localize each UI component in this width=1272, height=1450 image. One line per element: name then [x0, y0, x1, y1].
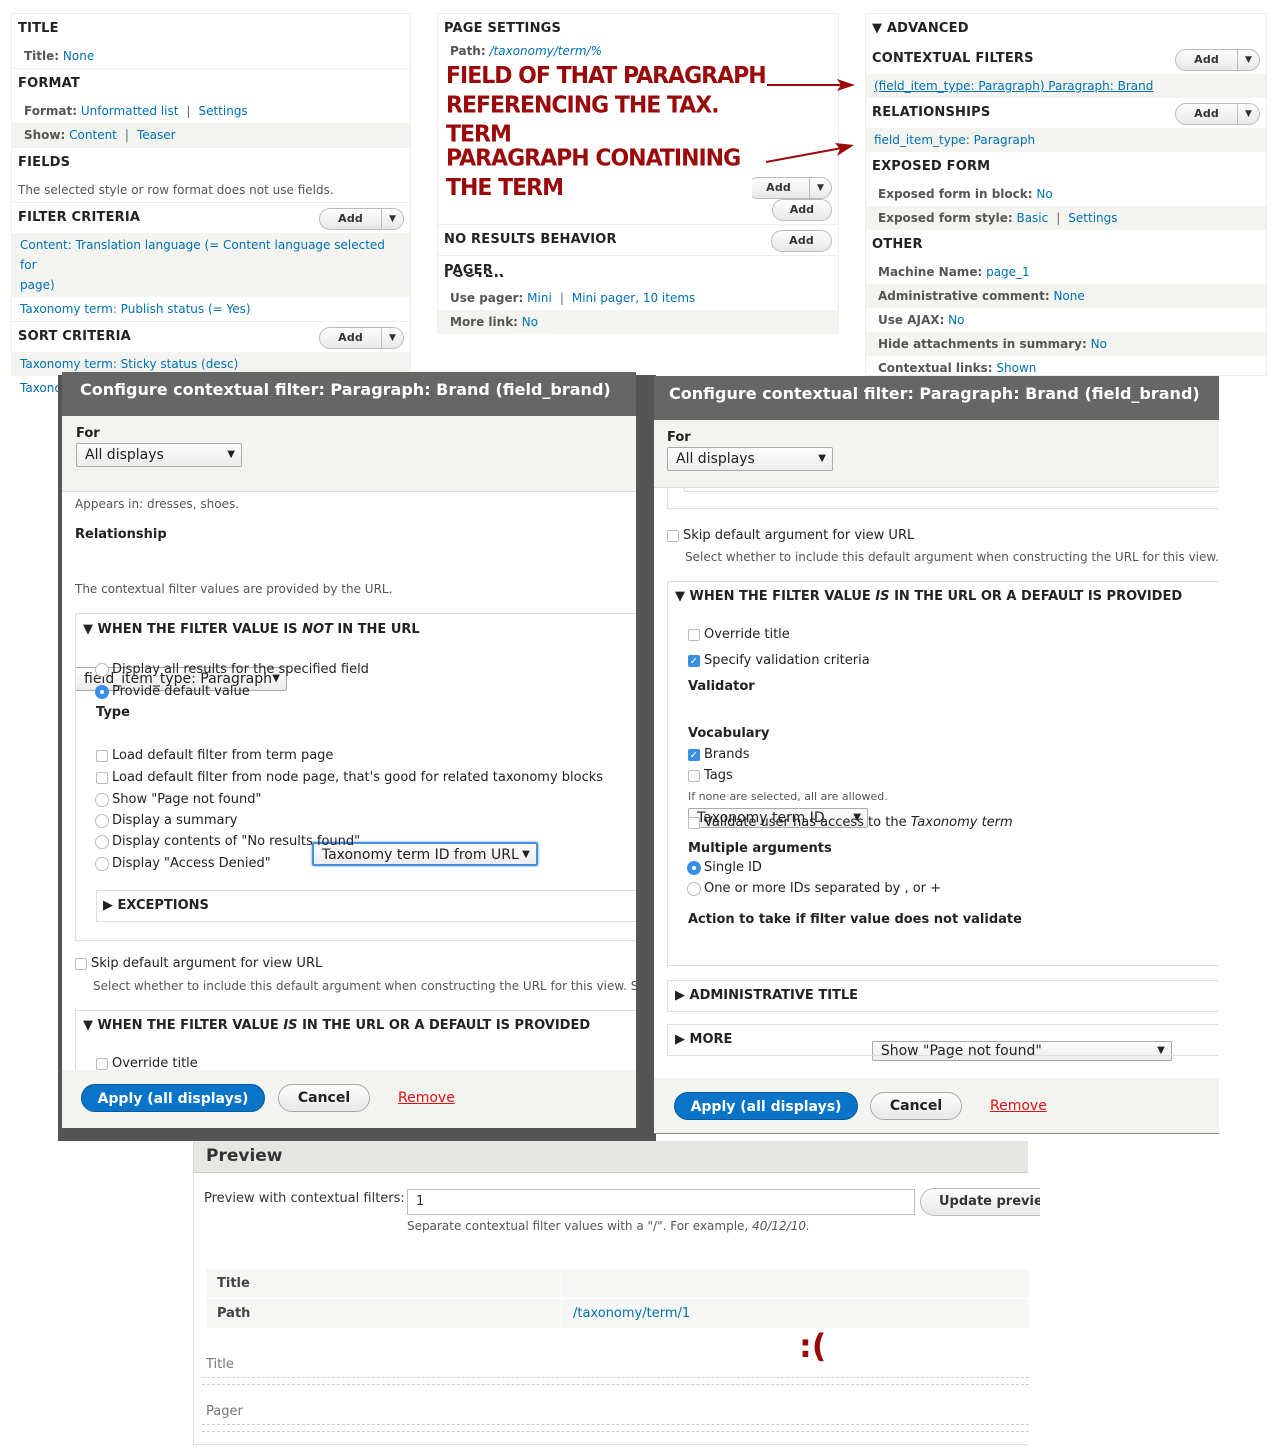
admin-comment-link[interactable]: None [1053, 289, 1084, 303]
title-area-placeholder [202, 1377, 1029, 1385]
exposed-style-link[interactable]: Basic [1016, 211, 1048, 225]
pager-detail-link[interactable]: Mini pager, 10 items [572, 291, 695, 305]
advanced-toggle[interactable]: ▼ ADVANCED [866, 14, 1266, 44]
path-link[interactable]: /taxonomy/term/% [489, 44, 601, 58]
no-results-add-button[interactable]: Add [771, 230, 832, 252]
radio-display-all[interactable]: Display all results for the specified fi… [95, 660, 369, 680]
relationship-paragraph-link[interactable]: field_item_type: Paragraph [874, 133, 1035, 147]
preview-section: Preview Preview with contextual filters:… [193, 1141, 1040, 1445]
cancel-button[interactable]: Cancel [278, 1084, 370, 1112]
chevron-down-icon: ▼ [227, 449, 235, 460]
remove-link[interactable]: Remove [398, 1090, 455, 1106]
radio-single-id[interactable]: Single ID [687, 858, 762, 878]
radio-multiple-ids[interactable]: One or more IDs separated by , or + [687, 879, 941, 899]
show-link[interactable]: Content [69, 128, 117, 142]
pager-section: PAGER Use pager: Mini | Mini pager, 10 ite… [438, 256, 838, 334]
in-url-toggle[interactable]: ▼ WHEN THE FILTER VALUE IS IN THE URL OR… [83, 1018, 590, 1033]
sort-add-button[interactable]: Add ▼ [319, 327, 404, 349]
sad-face-annotation: :( [799, 1327, 827, 1365]
header-add-button[interactable]: Add ▼ [747, 177, 832, 199]
pager-area-placeholder [202, 1424, 1029, 1432]
preview-heading: Preview [194, 1141, 1028, 1173]
checkbox-term-page[interactable]: Load default filter from term page [96, 746, 333, 766]
format-settings-link[interactable]: Settings [198, 104, 247, 118]
term-path-link[interactable]: /taxonomy/term/1 [573, 1306, 690, 1321]
chevron-down-icon[interactable]: ▼ [381, 209, 403, 229]
update-preview-button[interactable]: Update preview [920, 1188, 1040, 1216]
hide-attachments-link[interactable]: No [1091, 337, 1107, 351]
contextual-links-link[interactable]: Shown [996, 361, 1036, 375]
chevron-down-icon[interactable]: ▼ [381, 328, 403, 348]
for-displays-select[interactable]: All displays ▼ [76, 443, 242, 467]
section-heading: TITLE [18, 21, 59, 36]
more-link-value[interactable]: No [522, 315, 538, 329]
radio-summary[interactable]: Display a summary [95, 811, 238, 831]
title-value-link[interactable]: None [63, 49, 94, 63]
annotation-paragraph-term: PARAGRAPH CONATINING THE TERM [442, 144, 752, 204]
filter-add-button[interactable]: Add ▼ [319, 208, 404, 230]
preview-table: Title Path/taxonomy/term/1 [206, 1269, 1029, 1329]
contextual-filter-modal-right: Configure contextual filter: Paragraph: … [654, 376, 1219, 1134]
filter-item-language[interactable]: Content: Translation language (= Content… [20, 238, 385, 292]
radio-access-denied[interactable]: Display "Access Denied" [95, 854, 271, 874]
admin-title-fieldset[interactable]: ▶ ADMINISTRATIVE TITLE [667, 980, 1219, 1012]
for-displays-select-right[interactable]: All displays ▼ [667, 447, 833, 471]
checkbox-node-page[interactable]: Load default filter from node page, that… [96, 768, 603, 788]
table-row: Path/taxonomy/term/1 [206, 1299, 1029, 1328]
contextual-filter-brand-link[interactable]: (field_item_type: Paragraph) Paragraph: … [874, 79, 1153, 93]
exposed-block-link[interactable]: No [1036, 187, 1052, 201]
filter-item-publish[interactable]: Taxonomy term: Publish status (= Yes) [20, 302, 251, 316]
not-in-url-toggle[interactable]: ▼ WHEN THE FILTER VALUE IS NOT IN THE UR… [83, 622, 420, 637]
left-settings-panel: TITLE Title: None FORMAT Format: Unforma… [11, 13, 411, 395]
apply-button[interactable]: Apply (all displays) [81, 1084, 265, 1112]
format-section: FORMAT Format: Unformatted list | Settings… [12, 69, 410, 148]
checkbox-vocab-tags[interactable]: Tags [688, 766, 733, 786]
show-mode-link[interactable]: Teaser [137, 128, 176, 142]
exposed-settings-link[interactable]: Settings [1068, 211, 1117, 225]
contextual-filter-modal-left: Configure contextual filter: Paragraph: … [62, 372, 636, 1128]
table-row: Title [206, 1269, 1029, 1298]
checkbox-vocab-brands[interactable]: ✓ Brands [688, 745, 750, 765]
fields-section: FIELDS The selected style or row format … [12, 148, 410, 203]
right-advanced-panel: ▼ ADVANCED CONTEXTUAL FILTERS Add ▼ (fiel… [865, 13, 1267, 376]
checkbox-override-title-right[interactable]: Override title [688, 625, 790, 645]
radio-provide-default[interactable]: Provide default value [95, 682, 250, 702]
radio-not-found[interactable]: Show "Page not found" [95, 790, 261, 810]
remove-link-right[interactable]: Remove [990, 1098, 1047, 1114]
pager-type-link[interactable]: Mini [527, 291, 552, 305]
modal-title: Configure contextual filter: Paragraph: … [62, 372, 636, 416]
filter-criteria-section: FILTER CRITERIA Add ▼ Content: Translatio… [12, 203, 410, 322]
contextual-filters-input[interactable]: 1 [407, 1189, 915, 1215]
cancel-button-right[interactable]: Cancel [870, 1092, 962, 1120]
checkbox-specify-validation[interactable]: ✓ Specify validation criteria [688, 651, 870, 671]
machine-name-link[interactable]: page_1 [986, 265, 1030, 279]
relationship-add-button[interactable]: Add ▼ [1175, 103, 1260, 125]
exceptions-fieldset[interactable]: ▶ EXCEPTIONS [96, 890, 636, 922]
radio-no-results[interactable]: Display contents of "No results found" [95, 832, 360, 852]
checkbox-skip-default[interactable]: Skip default argument for view URL [75, 954, 322, 974]
contextual-filter-add-button[interactable]: Add ▼ [1175, 49, 1260, 71]
sort-item-sticky[interactable]: Taxonomy term: Sticky status (desc) [20, 357, 238, 371]
footer-add-button[interactable]: Add [771, 199, 832, 221]
annotation-field-reference: FIELD OF THAT PARAGRAPH REFERENCING THE T… [442, 61, 772, 151]
in-url-toggle-right[interactable]: ▼ WHEN THE FILTER VALUE IS IN THE URL OR… [675, 589, 1182, 604]
format-link[interactable]: Unformatted list [81, 104, 179, 118]
annotation-arrow-2 [765, 143, 854, 163]
apply-button-right[interactable]: Apply (all displays) [674, 1092, 858, 1120]
annotation-arrow-1 [767, 79, 855, 91]
use-ajax-link[interactable]: No [948, 313, 964, 327]
more-fieldset[interactable]: ▶ MORE [667, 1024, 1219, 1056]
checkbox-validate-access[interactable]: Validate user has access to the Taxonomy… [688, 813, 1013, 833]
title-section: TITLE Title: None [12, 14, 410, 69]
checkbox-skip-default-right[interactable]: Skip default argument for view URL [667, 526, 914, 546]
